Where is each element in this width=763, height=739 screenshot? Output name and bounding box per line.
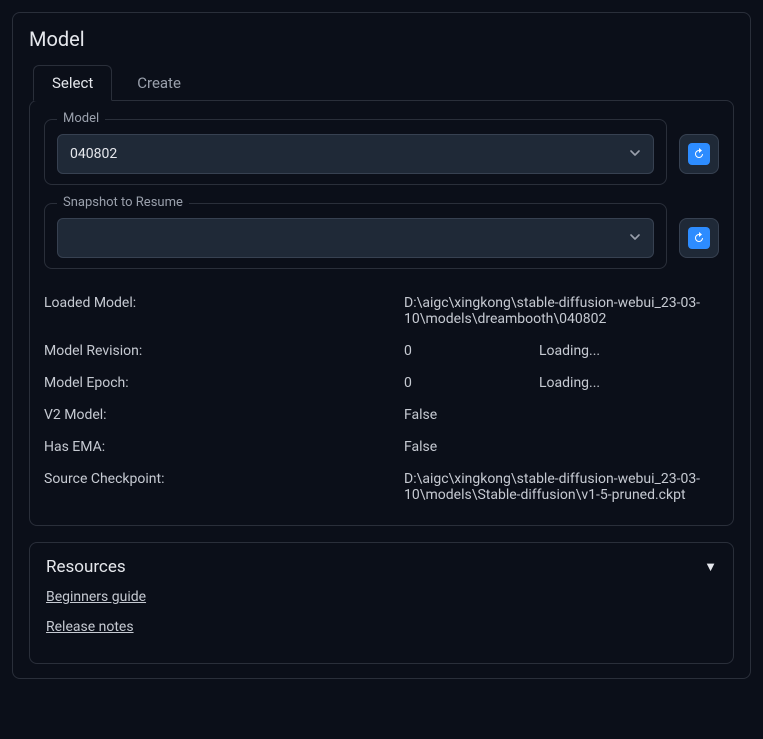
info-value: D:\aigc\xingkong\stable-diffusion-webui_…: [404, 295, 719, 327]
info-row-source-checkpoint: Source Checkpoint: D:\aigc\xingkong\stab…: [44, 463, 719, 511]
resources-header[interactable]: Resources ▼: [46, 557, 717, 577]
info-status: Loading...: [539, 343, 719, 359]
model-refresh-button[interactable]: [679, 134, 719, 174]
beginners-guide-link[interactable]: Beginners guide: [46, 589, 717, 605]
info-grid: Loaded Model: D:\aigc\xingkong\stable-di…: [44, 287, 719, 511]
info-row-v2-model: V2 Model: False: [44, 399, 719, 431]
refresh-icon: [688, 227, 710, 249]
model-field-wrap: Model 040802: [44, 119, 667, 185]
resources-links: Beginners guide Release notes: [46, 589, 717, 635]
resources-title: Resources: [46, 557, 126, 577]
release-notes-link[interactable]: Release notes: [46, 619, 717, 635]
refresh-icon: [688, 143, 710, 165]
info-label: Source Checkpoint:: [44, 471, 404, 503]
info-row-has-ema: Has EMA: False: [44, 431, 719, 463]
snapshot-field-wrap: Snapshot to Resume: [44, 203, 667, 269]
model-dropdown[interactable]: 040802: [57, 134, 654, 174]
info-row-model-revision: Model Revision: 0 Loading...: [44, 335, 719, 367]
snapshot-dropdown[interactable]: [57, 218, 654, 258]
chevron-down-icon: [629, 231, 641, 246]
panel-title: Model: [29, 27, 734, 51]
tabs: Select Create: [29, 65, 734, 101]
chevron-down-icon: [629, 147, 641, 162]
info-status: Loading...: [539, 375, 719, 391]
snapshot-field-row: Snapshot to Resume: [44, 203, 719, 269]
info-row-model-epoch: Model Epoch: 0 Loading...: [44, 367, 719, 399]
triangle-down-icon: ▼: [704, 559, 717, 575]
info-label: V2 Model:: [44, 407, 404, 423]
model-panel: Model Select Create Model 040802: [12, 12, 751, 679]
info-value: False: [404, 407, 719, 423]
info-value: 0: [404, 343, 539, 359]
model-dropdown-value: 040802: [70, 146, 117, 162]
snapshot-refresh-button[interactable]: [679, 218, 719, 258]
tab-content-select: Model 040802 Snapshot to Resume: [29, 100, 734, 526]
info-value: 0: [404, 375, 539, 391]
info-label: Model Revision:: [44, 343, 404, 359]
info-label: Loaded Model:: [44, 295, 404, 327]
snapshot-field-legend: Snapshot to Resume: [57, 195, 189, 210]
model-field-row: Model 040802: [44, 119, 719, 185]
model-field-legend: Model: [57, 111, 105, 126]
info-value: False: [404, 439, 719, 455]
info-label: Model Epoch:: [44, 375, 404, 391]
resources-panel: Resources ▼ Beginners guide Release note…: [29, 542, 734, 664]
tab-select[interactable]: Select: [33, 65, 112, 101]
info-label: Has EMA:: [44, 439, 404, 455]
info-value: D:\aigc\xingkong\stable-diffusion-webui_…: [404, 471, 719, 503]
info-row-loaded-model: Loaded Model: D:\aigc\xingkong\stable-di…: [44, 287, 719, 335]
tab-create[interactable]: Create: [118, 65, 200, 101]
